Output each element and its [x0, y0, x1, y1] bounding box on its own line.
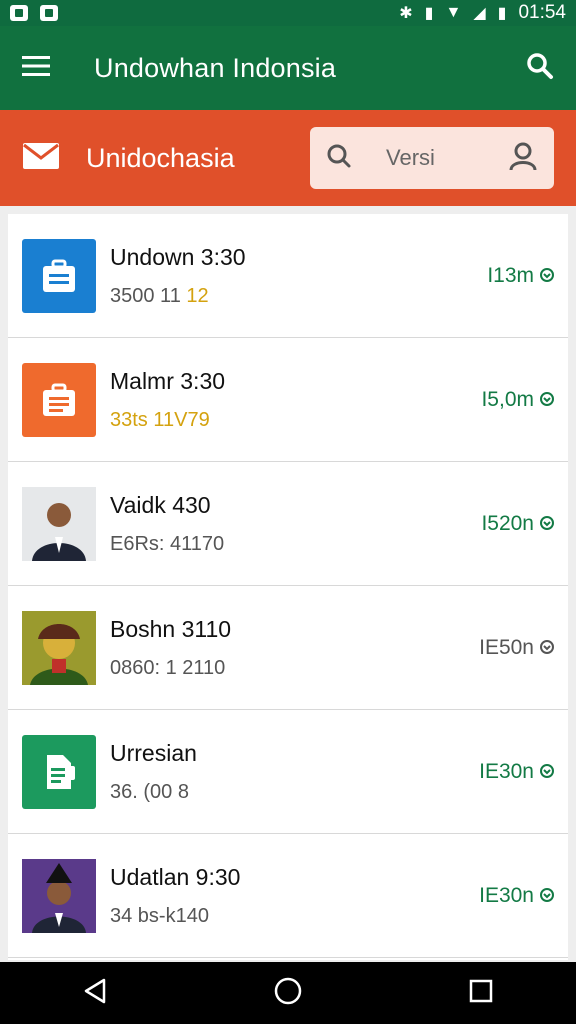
sub-header: Unidochasia Versi: [0, 110, 576, 206]
item-subtitle: 0860: 1 2110: [110, 656, 226, 679]
item-title: Undown 3:30: [110, 243, 246, 270]
search-text: Versi: [386, 145, 435, 170]
item-subtitle-highlight: 12: [186, 284, 209, 307]
avatar: [22, 610, 96, 685]
app-title: Undowhan Indonsia: [94, 52, 337, 83]
sub-title: Unidochasia: [86, 142, 235, 173]
avatar: [22, 858, 96, 933]
avatar: [22, 486, 96, 561]
back-icon[interactable]: [82, 977, 108, 1010]
home-icon[interactable]: [273, 976, 303, 1011]
chevron-icon[interactable]: [540, 264, 554, 288]
navigation-bar: [0, 962, 576, 1024]
item-subtitle: 34 bs-k140: [110, 904, 209, 927]
menu-icon[interactable]: [22, 55, 50, 82]
chevron-icon[interactable]: [540, 512, 554, 536]
item-title: Udatlan 9:30: [110, 863, 241, 890]
item-subtitle-highlight: 33ts 11V79: [110, 408, 210, 431]
search-icon[interactable]: [526, 52, 554, 85]
list-item[interactable]: Boshn 3110 0860: 1 2110 IE50n: [8, 586, 568, 710]
item-list: Undown 3:30 3500 11 12 I13m Malmr 3:30 3…: [8, 214, 568, 960]
recents-icon[interactable]: [468, 978, 494, 1009]
item-subtitle: E6Rs: 41170: [110, 532, 225, 555]
person-icon[interactable]: [508, 141, 538, 176]
list-item[interactable]: Udatlan 9:30 34 bs-k140 IE30n: [8, 834, 568, 958]
chevron-icon[interactable]: [540, 884, 554, 908]
app-bar: Undowhan Indonsia: [0, 26, 576, 110]
search-field[interactable]: Versi: [310, 127, 554, 189]
battery-icon: ▮: [497, 5, 507, 22]
status-bar: ✱ ▮ ▼ ◢ ▮ 01:54: [0, 0, 576, 26]
item-value: I13m: [487, 263, 534, 287]
chevron-icon[interactable]: [540, 636, 554, 660]
document-icon: [22, 734, 96, 809]
item-value: I5,0m: [481, 387, 534, 411]
item-title: Boshn 3110: [110, 615, 232, 642]
item-subtitle: 3500 11: [110, 284, 187, 307]
item-title: Malmr 3:30: [110, 367, 226, 394]
item-value: IE30n: [479, 759, 534, 783]
vibrate-icon: ▮: [424, 5, 434, 22]
list-item[interactable]: Undown 3:30 3500 11 12 I13m: [8, 214, 568, 338]
briefcase-icon: [22, 238, 96, 313]
item-subtitle: 36. (00 8: [110, 780, 189, 803]
item-value: IE50n: [479, 635, 534, 659]
wifi-icon: ▼: [445, 4, 462, 21]
item-title: Urresian: [110, 739, 197, 766]
item-value: I520n: [481, 511, 534, 535]
list-item[interactable]: Urresian 36. (00 8 IE30n: [8, 710, 568, 834]
notification-icon: [10, 5, 28, 21]
search-icon: [326, 143, 352, 174]
briefcase-icon: [22, 362, 96, 437]
item-title: Vaidk 430: [110, 491, 211, 518]
image-notification-icon: [40, 5, 58, 21]
item-value: IE30n: [479, 883, 534, 907]
list-item[interactable]: Malmr 3:30 33ts 11V79 I5,0m: [8, 338, 568, 462]
chevron-icon[interactable]: [540, 388, 554, 412]
signal-icon: ◢: [473, 5, 486, 22]
status-time: 01:54: [518, 2, 566, 23]
chevron-icon[interactable]: [540, 760, 554, 784]
mail-icon[interactable]: [22, 141, 60, 176]
bluetooth-icon: ✱: [399, 5, 413, 22]
list-item[interactable]: Vaidk 430 E6Rs: 41170 I520n: [8, 462, 568, 586]
